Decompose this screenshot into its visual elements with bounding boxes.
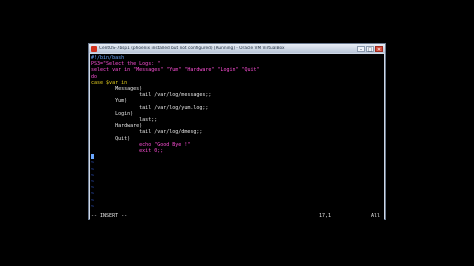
window-title: CentOS-7bsp1 (phoenix installed but not … <box>99 46 285 51</box>
code-line: #!/bin/bash <box>91 55 125 61</box>
empty-line-tilde: ~ <box>91 197 95 204</box>
code-line: Yum) <box>91 98 128 105</box>
vim-editor[interactable]: #!/bin/bash PS3="Select the Logs: " select… <box>90 54 384 213</box>
insert-mode-indicator: -- INSERT -- <box>91 213 128 219</box>
virtualbox-window: CentOS-7bsp1 (phoenix installed but not … <box>88 43 386 220</box>
cursor-position: 17,1 <box>319 213 332 219</box>
empty-line-tilde: ~ <box>91 160 95 167</box>
code-line: tail /var/log/yum.log;; <box>91 104 209 111</box>
code-line: last;; <box>91 117 158 123</box>
code-line: select var in "Messages" "Yum" "Hardware… <box>91 67 260 74</box>
code-line: PS3="Select the Logs: " <box>91 61 161 68</box>
close-button[interactable]: ✕ <box>375 45 383 53</box>
empty-line-tilde: ~ <box>91 185 95 192</box>
text-cursor <box>91 154 94 160</box>
code-line: echo "Good Bye !" <box>91 141 191 148</box>
code-line: exit 0;; <box>91 148 164 154</box>
code-line: Quit) <box>91 135 131 142</box>
code-line: case $var in <box>91 79 128 86</box>
scroll-indicator: All <box>371 213 381 219</box>
code-line: do <box>91 73 98 80</box>
empty-line-tilde: ~ <box>91 179 95 185</box>
code-line: Messages) <box>91 86 143 92</box>
virtualbox-icon <box>91 45 97 52</box>
code-line: Login) <box>91 110 134 117</box>
code-line: tail /var/log/dmesg;; <box>91 129 203 136</box>
empty-line-tilde: ~ <box>91 172 95 179</box>
minimize-button[interactable]: – <box>357 45 365 53</box>
vim-statusbar: -- INSERT -- 17,1 All <box>90 213 384 220</box>
code-line: Hardware) <box>91 123 143 130</box>
empty-line-tilde: ~ <box>91 191 95 198</box>
maximize-button[interactable]: □ <box>366 45 374 53</box>
code-line: tail /var/log/messages;; <box>91 92 212 99</box>
empty-line-tilde: ~ <box>91 203 95 210</box>
empty-line-tilde: ~ <box>91 166 95 173</box>
window-titlebar[interactable]: CentOS-7bsp1 (phoenix installed but not … <box>89 44 385 53</box>
